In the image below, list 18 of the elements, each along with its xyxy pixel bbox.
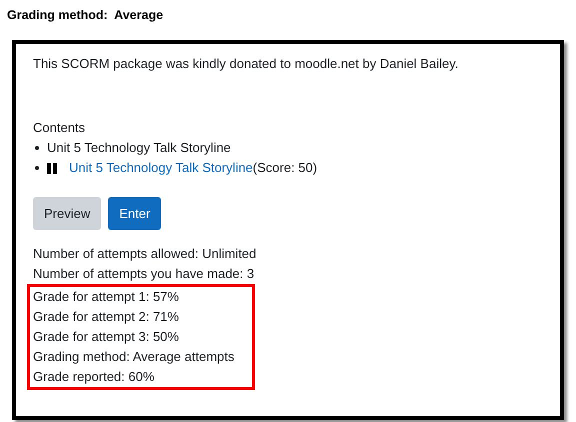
grade-info-text: Grading method: Average attempts [33,348,236,366]
storyline-title: Unit 5 Technology Talk Storyline [47,139,231,157]
preview-button[interactable]: Preview [33,197,102,230]
attempt-info-text: Number of attempts allowed: Unlimited [33,245,258,263]
enter-button[interactable]: Enter [108,197,162,230]
pause-icon [47,162,57,174]
bullet-icon [35,166,39,170]
heading: Grading method: Average [6,7,164,24]
grade-info-text: Grade for attempt 1: 57% [33,288,180,306]
bullet-icon [35,146,39,150]
contents-label: Contents [33,119,86,137]
grade-info-text: Grade reported: 60% [33,368,156,386]
storyline-link[interactable]: Unit 5 Technology Talk Storyline [69,158,253,178]
grade-info-text: Grade for attempt 2: 71% [33,308,180,326]
grade-info-text: Grade for attempt 3: 50% [33,328,180,346]
description-text: This SCORM package was kindly donated to moodle.net by Daniel Bailey. [33,55,460,73]
score-text: (Score: 50) [252,159,318,177]
attempt-info-text: Number of attempts you have made: 3 [33,265,256,283]
